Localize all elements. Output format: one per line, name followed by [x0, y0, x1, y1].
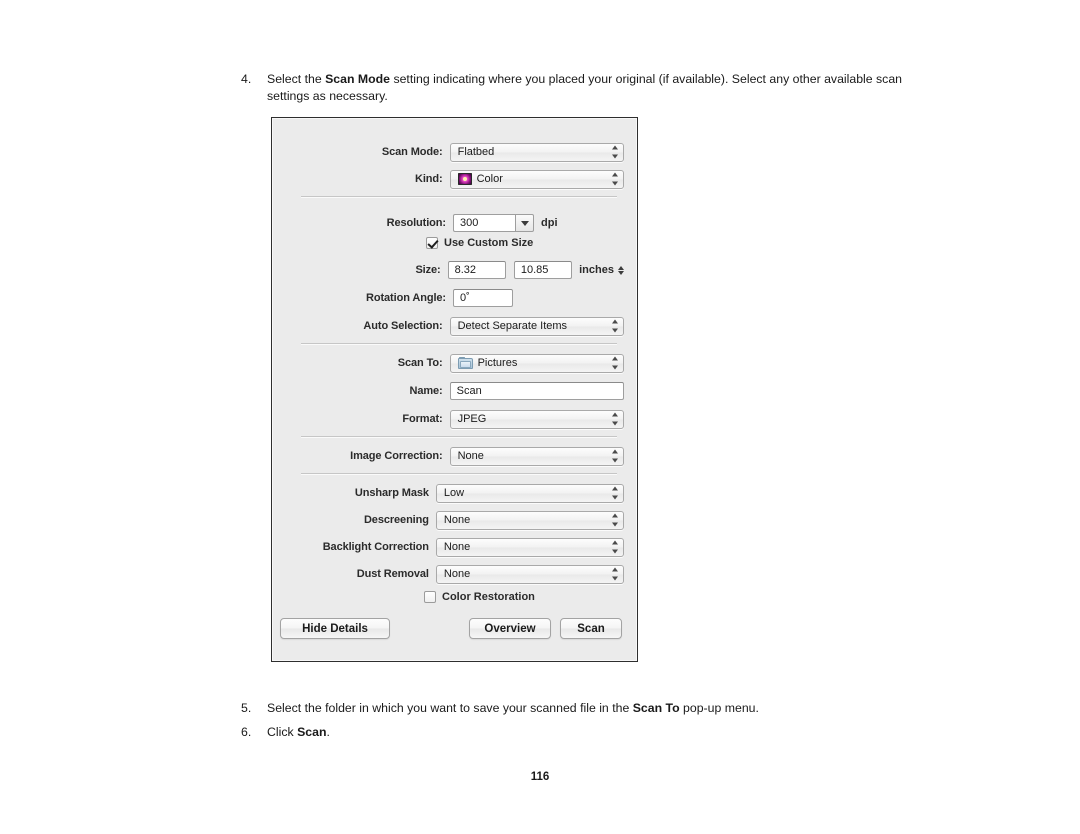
- unsharp-mask-select[interactable]: Low: [435, 483, 624, 503]
- scan-to-select[interactable]: Pictures: [449, 353, 624, 373]
- instruction-step-5: 5. Select the folder in which you want t…: [241, 700, 906, 717]
- use-custom-size-label: Use Custom Size: [444, 237, 534, 249]
- resolution-value: 300: [460, 217, 479, 229]
- step-text: Select the folder in which you want to s…: [267, 701, 759, 715]
- size-width-input[interactable]: 8.32: [447, 261, 506, 279]
- backlight-correction-select[interactable]: None: [435, 537, 624, 557]
- kind-value: Color: [476, 173, 503, 185]
- step-text: Select the Scan Mode setting indicating …: [267, 72, 903, 103]
- dust-removal-row: Dust Removal None: [286, 564, 624, 584]
- kind-select[interactable]: Color: [449, 169, 624, 189]
- divider-1: [301, 196, 617, 198]
- kind-label: Kind:: [414, 173, 443, 185]
- divider-3: [301, 436, 617, 438]
- chevron-updown-icon: [611, 356, 618, 370]
- size-unit-label: inches: [579, 264, 614, 276]
- divider-4: [301, 473, 617, 475]
- size-row: Size: 8.32 10.85 inches: [286, 260, 624, 280]
- chevron-updown-icon: [611, 172, 618, 186]
- backlight-correction-label: Backlight Correction: [322, 541, 429, 553]
- unsharp-mask-value: Low: [443, 487, 465, 499]
- scan-to-value: Pictures: [477, 357, 518, 369]
- chevron-updown-icon: [611, 145, 618, 159]
- resolution-input[interactable]: 300: [453, 214, 515, 232]
- descreening-select[interactable]: None: [435, 510, 624, 530]
- descreening-value: None: [443, 514, 471, 526]
- descreening-label: Descreening: [363, 514, 429, 526]
- scan-mode-value: Flatbed: [457, 146, 495, 158]
- resolution-combo[interactable]: 300: [453, 214, 534, 232]
- color-restoration-label: Color Restoration: [442, 591, 535, 603]
- unsharp-mask-label: Unsharp Mask: [354, 487, 429, 499]
- scan-mode-label: Scan Mode:: [381, 146, 443, 158]
- dust-removal-select[interactable]: None: [435, 564, 624, 584]
- scan-mode-row: Scan Mode: Flatbed: [286, 142, 624, 162]
- rotation-angle-value: 0˚: [460, 292, 470, 304]
- resolution-unit-label: dpi: [541, 217, 558, 229]
- resolution-row: Resolution: 300 dpi: [286, 213, 624, 233]
- instruction-step-4: 4. Select the Scan Mode setting indicati…: [241, 71, 906, 104]
- kind-row: Kind: Color: [286, 169, 624, 189]
- scan-button[interactable]: Scan: [560, 618, 622, 639]
- scan-to-label: Scan To:: [397, 357, 443, 369]
- instruction-step-6: 6. Click Scan.: [241, 724, 906, 741]
- auto-selection-select[interactable]: Detect Separate Items: [449, 316, 624, 336]
- auto-selection-row: Auto Selection: Detect Separate Items: [286, 316, 624, 336]
- step-number: 5.: [241, 701, 252, 715]
- use-custom-size-checkbox[interactable]: [426, 237, 438, 249]
- chevron-updown-icon: [611, 319, 618, 333]
- chevron-updown-icon: [611, 540, 618, 554]
- scan-settings-dialog: Scan Mode: Flatbed Kind: Color Resolutio…: [271, 117, 638, 662]
- color-restoration-row[interactable]: Color Restoration: [424, 589, 535, 605]
- image-correction-select[interactable]: None: [449, 446, 624, 466]
- unit-stepper-icon[interactable]: [617, 264, 624, 276]
- name-label: Name:: [409, 385, 443, 397]
- image-correction-value: None: [457, 450, 484, 462]
- backlight-correction-value: None: [443, 541, 471, 553]
- chevron-updown-icon: [611, 486, 618, 500]
- step-number: 4.: [241, 72, 252, 86]
- dust-removal-label: Dust Removal: [356, 568, 429, 580]
- rotation-angle-row: Rotation Angle: 0˚: [286, 288, 624, 308]
- size-height-input[interactable]: 10.85: [513, 261, 573, 279]
- name-value: Scan: [456, 385, 482, 397]
- resolution-label: Resolution:: [386, 217, 447, 229]
- format-select[interactable]: JPEG: [449, 409, 624, 429]
- step-text: Click Scan.: [267, 725, 330, 739]
- name-row: Name: Scan: [286, 381, 624, 401]
- name-input[interactable]: Scan: [449, 382, 624, 400]
- format-label: Format:: [402, 413, 443, 425]
- size-height-value: 10.85: [520, 264, 549, 276]
- format-row: Format: JPEG: [286, 409, 624, 429]
- auto-selection-label: Auto Selection:: [363, 320, 443, 332]
- backlight-correction-row: Backlight Correction None: [286, 537, 624, 557]
- size-width-value: 8.32: [454, 264, 477, 276]
- scan-to-row: Scan To: Pictures: [286, 353, 624, 373]
- hide-details-button[interactable]: Hide Details: [280, 618, 390, 639]
- page-number: 116: [530, 771, 550, 783]
- divider-2: [301, 343, 617, 345]
- auto-selection-value: Detect Separate Items: [457, 320, 568, 332]
- chevron-updown-icon: [611, 567, 618, 581]
- use-custom-size-row[interactable]: Use Custom Size: [426, 235, 533, 251]
- image-correction-row: Image Correction: None: [286, 446, 624, 466]
- unsharp-mask-row: Unsharp Mask Low: [286, 483, 624, 503]
- color-restoration-checkbox[interactable]: [424, 591, 436, 603]
- overview-button[interactable]: Overview: [469, 618, 551, 639]
- rotation-angle-input[interactable]: 0˚: [453, 289, 513, 307]
- step-number: 6.: [241, 725, 252, 739]
- dust-removal-value: None: [443, 568, 471, 580]
- scan-mode-select[interactable]: Flatbed: [449, 142, 624, 162]
- color-thumbnail-icon: [457, 173, 472, 185]
- chevron-updown-icon: [611, 449, 618, 463]
- folder-icon: [457, 357, 473, 369]
- chevron-updown-icon: [611, 513, 618, 527]
- image-correction-label: Image Correction:: [350, 450, 443, 462]
- format-value: JPEG: [457, 413, 487, 425]
- chevron-down-icon[interactable]: [515, 214, 534, 232]
- descreening-row: Descreening None: [286, 510, 624, 530]
- rotation-angle-label: Rotation Angle:: [366, 292, 446, 304]
- chevron-updown-icon: [611, 412, 618, 426]
- size-label: Size:: [415, 264, 441, 276]
